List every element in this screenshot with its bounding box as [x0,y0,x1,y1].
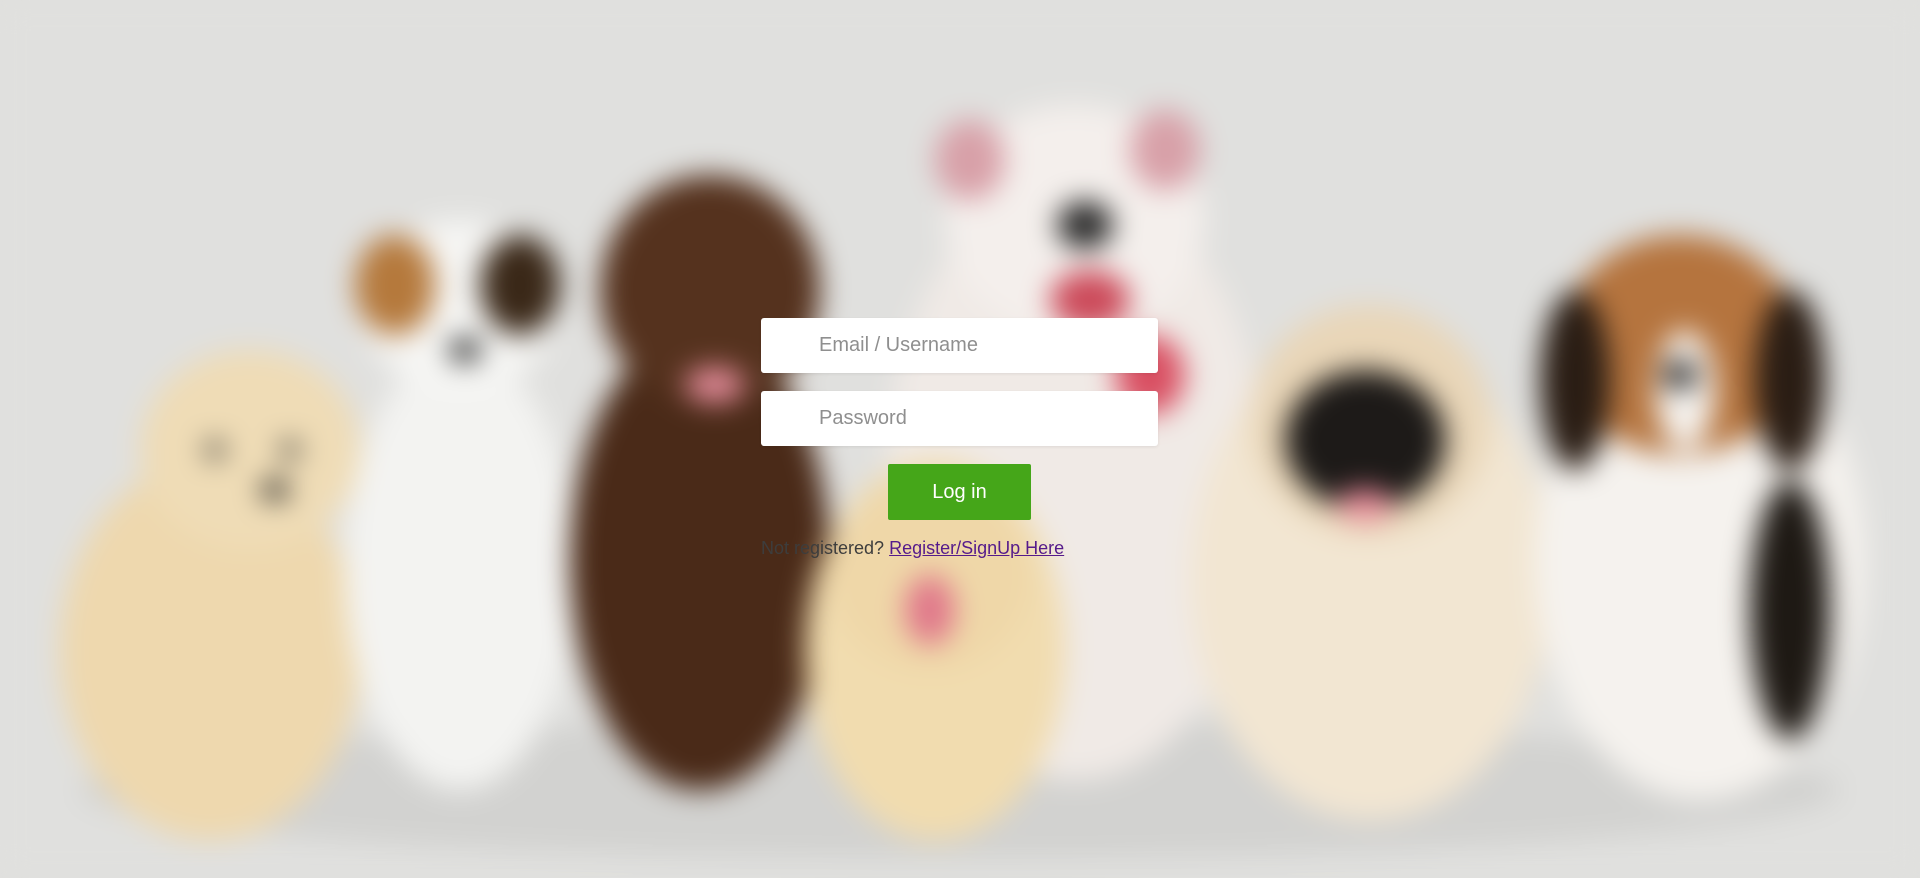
register-signup-link[interactable]: Register/SignUp Here [889,538,1064,558]
register-prompt-line: Not registered? Register/SignUp Here [761,538,1158,559]
login-button[interactable]: Log in [888,464,1031,520]
email-username-input[interactable] [761,318,1158,373]
password-input[interactable] [761,391,1158,446]
register-prompt-text: Not registered? [761,538,885,558]
login-form: Log in Not registered? Register/SignUp H… [761,318,1158,559]
